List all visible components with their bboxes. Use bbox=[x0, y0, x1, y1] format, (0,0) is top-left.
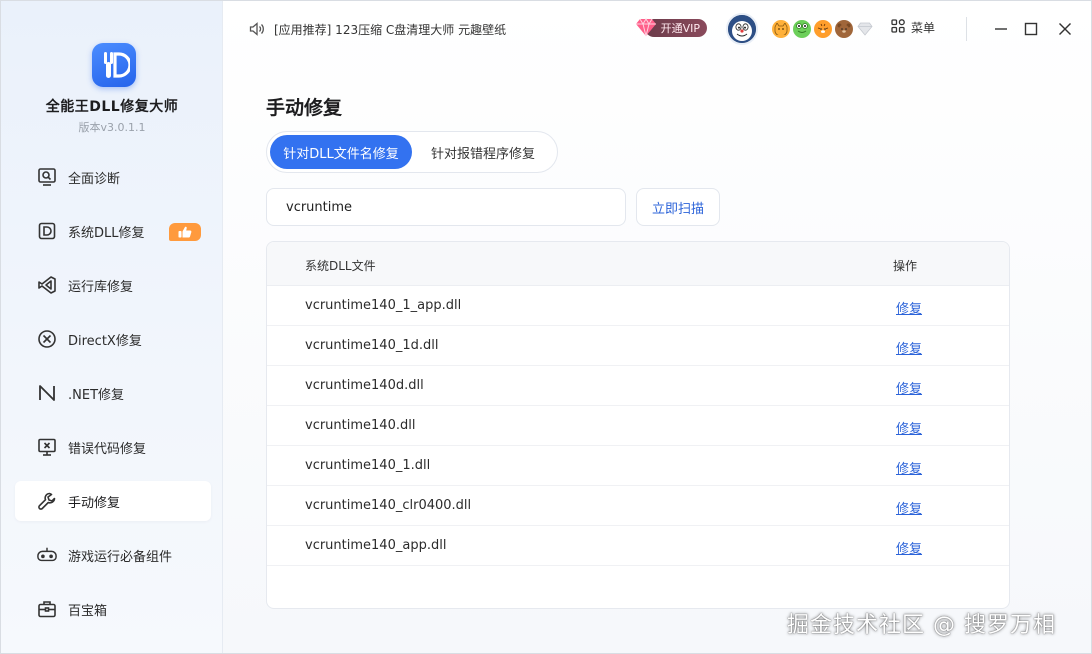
minimize-icon bbox=[995, 28, 1007, 30]
sidebar-item-diagnose[interactable]: 全面诊断 bbox=[15, 157, 211, 197]
table-row: vcruntime140.dll 修复 bbox=[267, 406, 1009, 446]
scan-now-button[interactable]: 立即扫描 bbox=[636, 188, 720, 226]
window-controls-divider bbox=[966, 17, 967, 41]
tab-error-program[interactable]: 针对报错程序修复 bbox=[412, 135, 554, 169]
page-title: 手动修复 bbox=[266, 97, 343, 119]
repair-link[interactable]: 修复 bbox=[896, 418, 922, 437]
dll-search-input[interactable] bbox=[266, 188, 626, 226]
sidebar-item-label: 运行库修复 bbox=[68, 279, 134, 295]
table-row: vcruntime140_1_app.dll 修复 bbox=[267, 286, 1009, 326]
dll-file-name: vcruntime140_1.dll bbox=[305, 458, 431, 473]
app-name: 全能王DLL修复大师 bbox=[45, 99, 179, 115]
avatar[interactable] bbox=[726, 13, 758, 45]
sidebar-item-label: .NET修复 bbox=[68, 387, 125, 403]
tab-dll-filename[interactable]: 针对DLL文件名修复 bbox=[270, 135, 412, 169]
watermark: 掘金技术社区 @ 搜罗万相 bbox=[787, 613, 1056, 638]
table-header: 系统DLL文件 操作 bbox=[267, 242, 1009, 286]
table-row: vcruntime140_app.dll 修复 bbox=[267, 526, 1009, 566]
sidebar-item-label: DirectX修复 bbox=[68, 333, 142, 349]
dll-file-name: vcruntime140d.dll bbox=[305, 378, 424, 393]
runtime-icon bbox=[37, 275, 57, 295]
app-recommendation-notice[interactable]: [应用推荐] 123压缩 C盘清理大师 元趣壁纸 bbox=[274, 21, 506, 38]
dll-file-name: vcruntime140_clr0400.dll bbox=[305, 498, 472, 513]
table-row: vcruntime140_1d.dll 修复 bbox=[267, 326, 1009, 366]
table-row: vcruntime140_1.dll 修复 bbox=[267, 446, 1009, 486]
dotnet-icon bbox=[37, 383, 57, 403]
menu-label: 菜单 bbox=[911, 21, 936, 35]
column-header-file: 系统DLL文件 bbox=[305, 259, 376, 273]
tiger-face-icon bbox=[814, 20, 832, 38]
sidebar-item-game-components[interactable]: 游戏运行必备组件 bbox=[15, 535, 211, 575]
bear-face-icon bbox=[835, 20, 853, 38]
sidebar: 全能王DLL修复大师 版本v3.0.1.1 全面诊断 系统DLL修复 运行库修复… bbox=[1, 1, 223, 653]
gray-diamond-icon bbox=[856, 20, 874, 38]
sidebar-item-manual-repair[interactable]: 手动修复 bbox=[15, 481, 211, 521]
app-version: 版本v3.0.1.1 bbox=[78, 121, 146, 134]
frog-face-icon bbox=[793, 20, 811, 38]
maximize-icon bbox=[1024, 22, 1038, 36]
wrench-icon bbox=[37, 491, 57, 511]
repair-link[interactable]: 修复 bbox=[896, 498, 922, 517]
repair-link[interactable]: 修复 bbox=[896, 458, 922, 477]
diamond-icon bbox=[635, 17, 657, 41]
table-body: vcruntime140_1_app.dll 修复 vcruntime140_1d.… bbox=[267, 286, 1009, 566]
repair-link[interactable]: 修复 bbox=[896, 338, 922, 357]
minimize-button[interactable] bbox=[989, 17, 1013, 41]
main-content: 手动修复 针对DLL文件名修复 针对报错程序修复 立即扫描 系统DLL文件 操作… bbox=[223, 57, 1091, 653]
directx-icon bbox=[37, 329, 57, 349]
sidebar-item-label: 游戏运行必备组件 bbox=[68, 549, 173, 565]
maximize-button[interactable] bbox=[1019, 17, 1043, 41]
sidebar-item-label: 全面诊断 bbox=[68, 171, 121, 187]
sidebar-item-label: 系统DLL修复 bbox=[68, 225, 145, 241]
dll-file-name: vcruntime140_1d.dll bbox=[305, 338, 439, 353]
vip-button[interactable]: 开通VIP bbox=[635, 18, 707, 38]
toolbox-icon bbox=[37, 599, 57, 619]
sidebar-item-label: 错误代码修复 bbox=[68, 441, 147, 457]
close-icon bbox=[1059, 23, 1071, 35]
sidebar-item-system-dll[interactable]: 系统DLL修复 bbox=[15, 211, 211, 251]
thumbs-up-icon bbox=[169, 223, 201, 241]
error-code-icon bbox=[37, 437, 57, 457]
repair-link[interactable]: 修复 bbox=[896, 538, 922, 557]
repair-link[interactable]: 修复 bbox=[896, 298, 922, 317]
sidebar-item-directx[interactable]: DirectX修复 bbox=[15, 319, 211, 359]
diagnose-icon bbox=[37, 167, 57, 187]
repair-mode-tabs: 针对DLL文件名修复 针对报错程序修复 bbox=[266, 131, 558, 173]
table-row: vcruntime140_clr0400.dll 修复 bbox=[267, 486, 1009, 526]
table-row: vcruntime140d.dll 修复 bbox=[267, 366, 1009, 406]
dll-results-table: 系统DLL文件 操作 vcruntime140_1_app.dll 修复 vcrun… bbox=[266, 241, 1010, 609]
sidebar-item-label: 手动修复 bbox=[68, 495, 121, 511]
top-bar: [应用推荐] 123压缩 C盘清理大师 元趣壁纸 开通VIP 菜单 bbox=[223, 1, 1091, 57]
apps-grid-icon bbox=[891, 19, 905, 36]
dll-file-name: vcruntime140.dll bbox=[305, 418, 416, 433]
sidebar-item-error-code[interactable]: 错误代码修复 bbox=[15, 427, 211, 467]
sidebar-nav: 全面诊断 系统DLL修复 运行库修复 DirectX修复 .NET修复 错误代码… bbox=[15, 157, 211, 643]
dll-file-name: vcruntime140_app.dll bbox=[305, 538, 447, 553]
sidebar-item-label: 百宝箱 bbox=[68, 603, 108, 619]
dll-file-name: vcruntime140_1_app.dll bbox=[305, 298, 462, 313]
sidebar-item-dotnet[interactable]: .NET修复 bbox=[15, 373, 211, 413]
cat-face-icon bbox=[772, 20, 790, 38]
sidebar-item-runtime[interactable]: 运行库修复 bbox=[15, 265, 211, 305]
menu-button[interactable]: 菜单 bbox=[891, 19, 935, 36]
app-window: 全能王DLL修复大师 版本v3.0.1.1 全面诊断 系统DLL修复 运行库修复… bbox=[0, 0, 1092, 654]
app-logo-icon bbox=[92, 43, 136, 87]
close-button[interactable] bbox=[1053, 17, 1077, 41]
repair-link[interactable]: 修复 bbox=[896, 378, 922, 397]
emoji-badges bbox=[772, 20, 874, 38]
column-header-operation: 操作 bbox=[893, 259, 918, 273]
gamepad-icon bbox=[37, 545, 57, 565]
sidebar-item-toolbox[interactable]: 百宝箱 bbox=[15, 589, 211, 629]
speaker-icon bbox=[249, 21, 265, 40]
dll-icon bbox=[37, 221, 57, 241]
